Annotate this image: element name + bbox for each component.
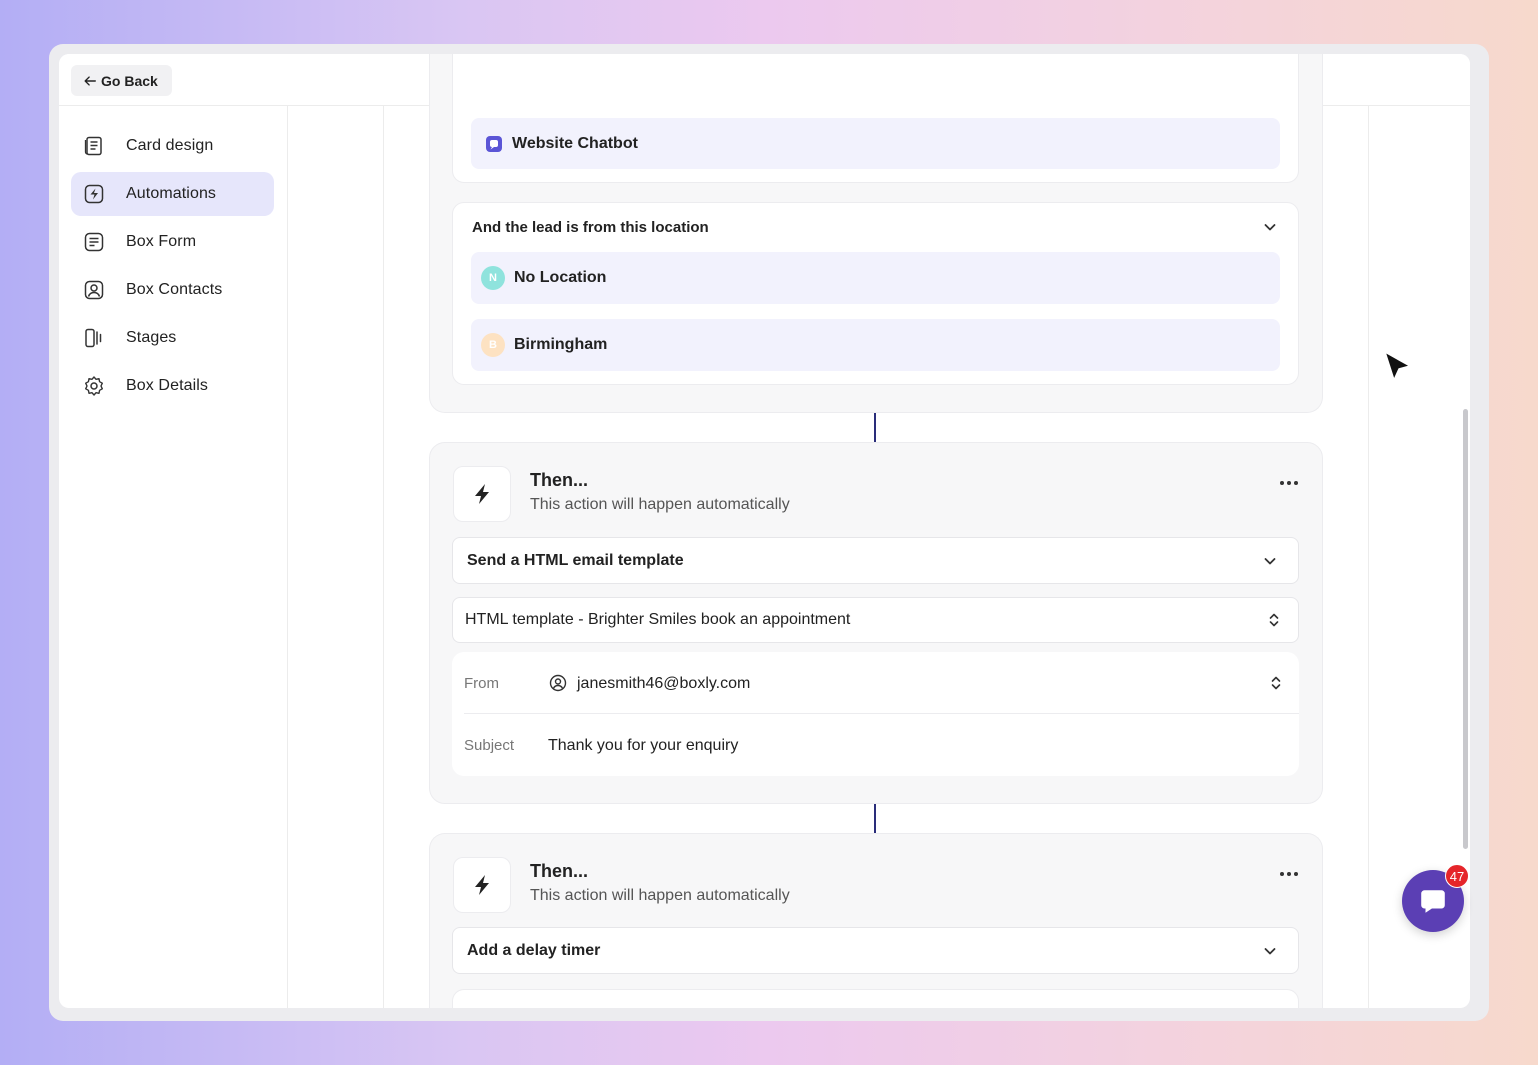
action-card-delay xyxy=(429,833,1323,1008)
automations-icon xyxy=(84,184,104,204)
flow-connector xyxy=(874,413,876,442)
action-subtitle: This action will happen automatically xyxy=(530,887,790,904)
sidebar-item-card-design[interactable]: Card design xyxy=(71,124,274,168)
user-circle-icon xyxy=(549,674,567,692)
box-contacts-icon xyxy=(84,280,104,300)
location-tag-label: Birmingham xyxy=(514,336,608,353)
chat-notification-badge: 47 xyxy=(1445,864,1469,888)
box-details-icon xyxy=(85,376,103,396)
email-details-panel xyxy=(452,652,1299,776)
flow-connector xyxy=(874,804,876,833)
template-select[interactable]: HTML template - Brighter Smiles book an … xyxy=(452,597,1299,643)
location-avatar: N xyxy=(481,266,505,290)
chevron-down-icon xyxy=(1264,947,1276,954)
location-tag-no-location[interactable]: N No Location xyxy=(471,252,1280,304)
location-avatar: B xyxy=(481,333,505,357)
sidebar-item-box-details[interactable]: Box Details xyxy=(71,364,274,408)
subject-label: Subject xyxy=(464,737,515,754)
go-back-label: Go Back xyxy=(101,72,158,89)
subject-value[interactable]: Thank you for your enquiry xyxy=(548,737,738,755)
chat-bubble-icon xyxy=(1421,890,1445,913)
chatbot-icon xyxy=(486,135,502,152)
arrow-left-icon xyxy=(84,75,96,86)
location-tag-birmingham[interactable]: B Birmingham xyxy=(471,319,1280,371)
action-type-select[interactable]: Send a HTML email template xyxy=(452,537,1299,584)
chevron-down-icon[interactable] xyxy=(1262,219,1278,235)
more-options-icon[interactable] xyxy=(1279,871,1299,877)
sidebar-item-label: Box Details xyxy=(126,377,209,394)
from-label: From xyxy=(464,675,499,692)
sidebar-item-label: Stages xyxy=(126,329,177,346)
action-type-value: Send a HTML email template xyxy=(467,551,684,569)
sidebar-item-stages[interactable]: Stages xyxy=(71,316,274,360)
sidebar-item-label: Card design xyxy=(126,137,214,154)
card-design-icon xyxy=(84,136,102,156)
sidebar: Card design Automations Box Form Box Con… xyxy=(59,106,288,1008)
from-value[interactable]: janesmith46@boxly.com xyxy=(577,675,750,693)
more-options-icon[interactable] xyxy=(1279,480,1299,486)
source-tag-website-chatbot[interactable]: Website Chatbot xyxy=(471,118,1280,169)
vertical-scrollbar[interactable] xyxy=(1463,409,1468,849)
chevron-down-icon xyxy=(1264,557,1276,564)
go-back-button[interactable]: Go Back xyxy=(71,65,172,96)
chevron-up-down-icon xyxy=(1269,613,1279,627)
action-icon-box xyxy=(453,857,511,913)
action-icon-box xyxy=(453,466,511,522)
field-divider xyxy=(464,713,1299,714)
sidebar-item-label: Box Contacts xyxy=(126,281,223,298)
template-value: HTML template - Brighter Smiles book an … xyxy=(465,611,851,628)
sidebar-item-box-contacts[interactable]: Box Contacts xyxy=(71,268,274,312)
lightning-icon xyxy=(475,875,489,895)
action-type-select[interactable]: Add a delay timer xyxy=(452,927,1299,974)
action-type-value: Add a delay timer xyxy=(467,941,601,959)
location-tag-label: No Location xyxy=(514,269,607,286)
sidebar-item-automations[interactable]: Automations xyxy=(71,172,274,216)
action-subtitle: This action will happen automatically xyxy=(530,496,790,513)
sidebar-item-box-form[interactable]: Box Form xyxy=(71,220,274,264)
chevron-up-down-icon[interactable] xyxy=(1268,675,1284,691)
delay-panel xyxy=(452,989,1299,1008)
location-condition-label: And the lead is from this location xyxy=(472,219,709,236)
mouse-cursor-icon xyxy=(1384,351,1411,381)
stages-icon xyxy=(85,328,102,348)
action-title: Then... xyxy=(530,861,588,881)
action-title: Then... xyxy=(530,470,588,490)
sidebar-item-label: Automations xyxy=(126,185,217,202)
source-tag-label: Website Chatbot xyxy=(512,134,638,152)
sidebar-item-label: Box Form xyxy=(126,233,197,250)
lightning-icon xyxy=(475,484,489,504)
box-form-icon xyxy=(84,232,104,252)
